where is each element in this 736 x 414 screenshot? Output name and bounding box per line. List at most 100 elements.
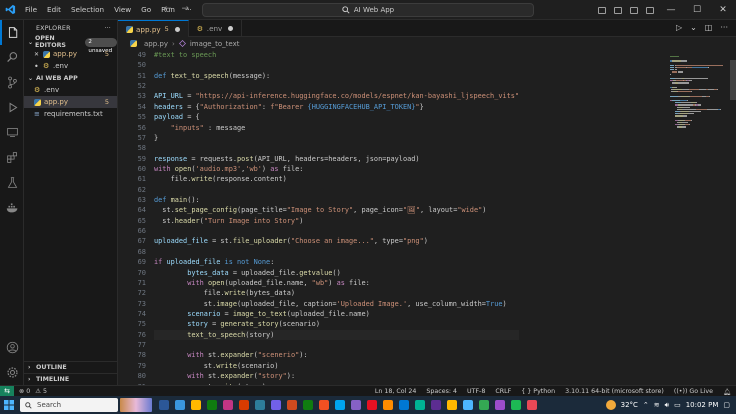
code-line[interactable]: headers = {"Authorization": f"Bearer {HU… (154, 102, 519, 112)
timeline-section[interactable]: › TIMELINE (24, 373, 118, 385)
volume-icon[interactable]: 🔊︎ (665, 401, 669, 410)
taskbar-app-icon[interactable] (364, 396, 380, 414)
testing-icon[interactable] (0, 170, 24, 195)
close-icon[interactable]: ✕ (34, 51, 41, 58)
more-actions-icon[interactable]: ··· (720, 23, 728, 32)
taskbar-app-icon[interactable] (508, 396, 524, 414)
code-line[interactable]: if uploaded_file is not None: (154, 257, 519, 267)
file-env[interactable]: ⚙ .env (24, 84, 117, 96)
menu-file[interactable]: File (20, 5, 42, 14)
minimize-button[interactable]: — (658, 0, 684, 20)
taskbar-app-icon[interactable] (268, 396, 284, 414)
customize-layout-icon[interactable] (642, 0, 658, 20)
go-live-button[interactable]: ((•)) Go Live (669, 388, 718, 395)
breadcrumb-file[interactable]: app.py (144, 40, 168, 48)
code-line[interactable]: "inputs" : message (154, 123, 519, 133)
command-center-search[interactable]: AI Web App (202, 3, 534, 17)
toggle-panel-icon[interactable] (610, 0, 626, 20)
maximize-button[interactable]: ☐ (684, 0, 710, 20)
menu-view[interactable]: View (109, 5, 136, 14)
clock-time[interactable]: 10:02 PM (686, 401, 719, 409)
source-control-icon[interactable] (0, 70, 24, 95)
back-arrow-icon[interactable]: ← (164, 4, 172, 14)
account-icon[interactable] (0, 335, 24, 360)
taskbar-app-icon[interactable] (524, 396, 540, 414)
code-line[interactable] (154, 143, 519, 153)
taskbar-app-icon[interactable] (188, 396, 204, 414)
code-line[interactable]: file.write(bytes_data) (154, 288, 519, 298)
indentation[interactable]: Spaces: 4 (421, 388, 462, 395)
code-line[interactable] (154, 247, 519, 257)
toggle-sidebar-icon[interactable] (594, 0, 610, 20)
unsaved-dot-icon[interactable] (174, 26, 180, 32)
run-python-icon[interactable]: ▷ (676, 23, 682, 32)
taskbar-app-icon[interactable] (396, 396, 412, 414)
code-line[interactable]: story = generate_story(scenario) (154, 319, 519, 329)
code-line[interactable] (154, 185, 519, 195)
windows-start-icon[interactable] (0, 396, 18, 414)
taskbar-app-icon[interactable] (412, 396, 428, 414)
taskbar-app-icon[interactable] (476, 396, 492, 414)
taskbar-app-icon[interactable] (380, 396, 396, 414)
code-line[interactable]: payload = { (154, 112, 519, 122)
docker-icon[interactable] (0, 195, 24, 220)
end-of-line[interactable]: CRLF (490, 388, 516, 395)
code-line[interactable]: with open(uploaded_file.name, "wb") as f… (154, 278, 519, 288)
errors-status[interactable]: ⊗ 0 (14, 388, 35, 395)
code-line[interactable]: } (154, 133, 519, 143)
unsaved-dot-icon[interactable] (228, 26, 234, 31)
notifications-bell-icon[interactable]: 🔔︎ (718, 388, 736, 396)
vertical-scrollbar[interactable] (730, 50, 736, 385)
wifi-icon[interactable]: ≋ (654, 401, 660, 409)
explorer-icon[interactable] (0, 20, 24, 45)
taskbar-app-icon[interactable] (444, 396, 460, 414)
code-line[interactable]: with st.expander("scenerio"): (154, 350, 519, 360)
settings-gear-icon[interactable] (0, 360, 24, 385)
breadcrumb-symbol[interactable]: image_to_text (190, 40, 240, 48)
taskbar-app-icon[interactable] (460, 396, 476, 414)
taskbar-app-icon[interactable] (300, 396, 316, 414)
battery-icon[interactable]: ▭ (674, 401, 681, 409)
taskbar-app-icon[interactable] (252, 396, 268, 414)
weather-sun-icon[interactable] (605, 400, 616, 410)
taskbar-app-icon[interactable] (492, 396, 508, 414)
forward-arrow-icon[interactable]: → (182, 4, 190, 14)
remote-indicator-icon[interactable]: ⇆ (0, 385, 14, 397)
open-editor-app-py[interactable]: ✕ app.py 5 (24, 48, 117, 60)
notifications-icon[interactable]: ▢ (723, 401, 730, 409)
code-line[interactable]: text_to_speech(story) (154, 329, 520, 341)
menu-edit[interactable]: Edit (42, 5, 66, 14)
temperature[interactable]: 32°C (621, 401, 638, 409)
code-line[interactable]: with open('audio.mp3','wb') as file: (154, 164, 519, 174)
code-line[interactable]: st.set_page_config(page_title="Image to … (154, 205, 519, 215)
more-actions-icon[interactable]: ··· (104, 25, 111, 32)
language-mode[interactable]: { } Python (516, 388, 560, 395)
taskbar-app-icon[interactable] (236, 396, 252, 414)
code-line[interactable]: scenario = image_to_text(uploaded_file.n… (154, 309, 519, 319)
code-line[interactable]: uploaded_file = st.file_uploader("Choose… (154, 236, 519, 246)
open-editor-env[interactable]: • ⚙ .env (24, 60, 117, 72)
remote-explorer-icon[interactable] (0, 120, 24, 145)
code-line[interactable]: def text_to_speech(message): (154, 71, 519, 81)
warnings-status[interactable]: ⚠ 5 (35, 388, 52, 395)
extensions-icon[interactable] (0, 145, 24, 170)
code-line[interactable]: bytes_data = uploaded_file.getvalue() (154, 268, 519, 278)
menu-selection[interactable]: Selection (66, 5, 109, 14)
code-line[interactable] (154, 81, 519, 91)
run-debug-icon[interactable] (0, 95, 24, 120)
taskbar-app-icon[interactable] (316, 396, 332, 414)
code-editor[interactable]: 49 50 51 52 53 54 55 56 57 58 59 60 61 62 63 64 65 66 67 68… (118, 50, 666, 385)
taskbar-search[interactable]: Search (20, 398, 118, 412)
minimap[interactable] (666, 50, 730, 385)
open-editors-section[interactable]: ⌄ OPEN EDITORS 2 unsaved (24, 35, 118, 54)
taskbar-app-icon[interactable] (332, 396, 348, 414)
code-line[interactable]: response = requests.post(API_URL, header… (154, 154, 519, 164)
toggle-secondary-sidebar-icon[interactable] (626, 0, 642, 20)
taskbar-app-icon[interactable] (204, 396, 220, 414)
code-line[interactable]: st.image(uploaded_file, caption='Uploade… (154, 299, 519, 309)
taskbar-app-icon[interactable] (348, 396, 364, 414)
code-line[interactable] (154, 226, 519, 236)
code-line[interactable]: st.write(scenario) (154, 361, 519, 371)
taskbar-app-icon[interactable] (172, 396, 188, 414)
scrollbar-thumb[interactable] (730, 60, 736, 100)
